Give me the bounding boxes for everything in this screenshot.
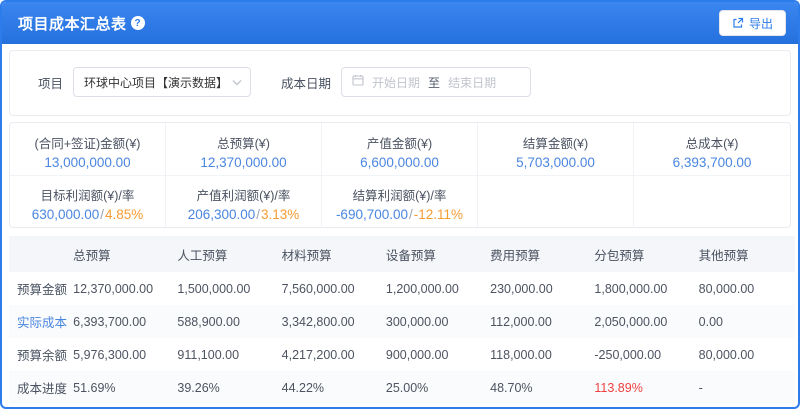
calendar-icon <box>352 73 364 91</box>
summary-card-output-amount: 产值金额(¥) 6,600,000.00 <box>322 123 478 175</box>
summary-card-output-profit: 产值利润额(¥)/率 206,300.00/3.13% <box>166 175 322 227</box>
summary-card-settlement-amount: 结算金额(¥) 5,703,000.00 <box>478 123 634 175</box>
summary-card-empty <box>478 175 634 227</box>
summary-card-total-cost: 总成本(¥) 6,393,700.00 <box>634 123 790 175</box>
cost-date-label: 成本日期 <box>281 73 331 92</box>
project-select-value: 环球中心项目【演示数据】 <box>84 74 228 91</box>
cost-date-filter: 成本日期 开始日期 至 结束日期 <box>281 67 531 97</box>
project-select[interactable]: 环球中心项目【演示数据】 <box>73 67 251 97</box>
summary-card-target-profit: 目标利润额(¥)/率 630,000.00/4.85% <box>10 175 166 227</box>
project-cost-summary-panel: 项目成本汇总表 ? 导出 项目 环球中心项目【演示数据】 <box>0 0 800 409</box>
table-row-actual-cost: 实际成本 6,393,700.00 588,900.00 3,342,800.0… <box>9 305 795 338</box>
column-header-material-budget: 材料预算 <box>274 236 378 272</box>
title-bar: 项目成本汇总表 ? 导出 <box>2 2 798 44</box>
summary-cards: (合同+签证)金额(¥) 13,000,000.00 总预算(¥) 12,370… <box>9 122 791 228</box>
table-header-row: 总预算 人工预算 材料预算 设备预算 费用预算 分包预算 其他预算 <box>9 236 795 272</box>
date-range-input[interactable]: 开始日期 至 结束日期 <box>341 67 531 97</box>
summary-card-settlement-profit: 结算利润额(¥)/率 -690,700.00/-12.11% <box>322 175 478 227</box>
column-header-subcontract-budget: 分包预算 <box>586 236 690 272</box>
filter-panel: 项目 环球中心项目【演示数据】 成本日期 <box>9 50 791 116</box>
budget-table: 总预算 人工预算 材料预算 设备预算 费用预算 分包预算 其他预算 预算金额 1… <box>9 236 795 404</box>
over-budget-progress-cell: 113.89% <box>586 371 690 404</box>
column-header-other-budget: 其他预算 <box>691 236 795 272</box>
column-header-total-budget: 总预算 <box>65 236 169 272</box>
project-filter-label: 项目 <box>38 73 63 92</box>
column-header-expense-budget: 费用预算 <box>482 236 586 272</box>
page-title: 项目成本汇总表 <box>18 13 127 34</box>
summary-card-empty <box>634 175 790 227</box>
export-button[interactable]: 导出 <box>719 10 786 36</box>
help-icon[interactable]: ? <box>131 16 145 30</box>
date-separator: 至 <box>428 74 440 91</box>
chevron-down-icon <box>232 73 242 91</box>
summary-card-total-budget: 总预算(¥) 12,370,000.00 <box>166 123 322 175</box>
table-row-cost-progress: 成本进度 51.69% 39.26% 44.22% 25.00% 48.70% … <box>9 371 795 404</box>
start-date-placeholder: 开始日期 <box>372 74 420 91</box>
summary-card-contract-amount: (合同+签证)金额(¥) 13,000,000.00 <box>10 123 166 175</box>
export-button-label: 导出 <box>749 15 773 32</box>
export-icon <box>732 17 744 29</box>
column-header-blank <box>9 236 65 272</box>
end-date-placeholder: 结束日期 <box>448 74 496 91</box>
table-row-budget-balance: 预算余额 5,976,300.00 911,100.00 4,217,200.0… <box>9 338 795 371</box>
project-filter: 项目 环球中心项目【演示数据】 <box>38 67 251 97</box>
column-header-equipment-budget: 设备预算 <box>378 236 482 272</box>
table-row-budget-amount: 预算金额 12,370,000.00 1,500,000.00 7,560,00… <box>9 272 795 305</box>
column-header-labor-budget: 人工预算 <box>169 236 273 272</box>
